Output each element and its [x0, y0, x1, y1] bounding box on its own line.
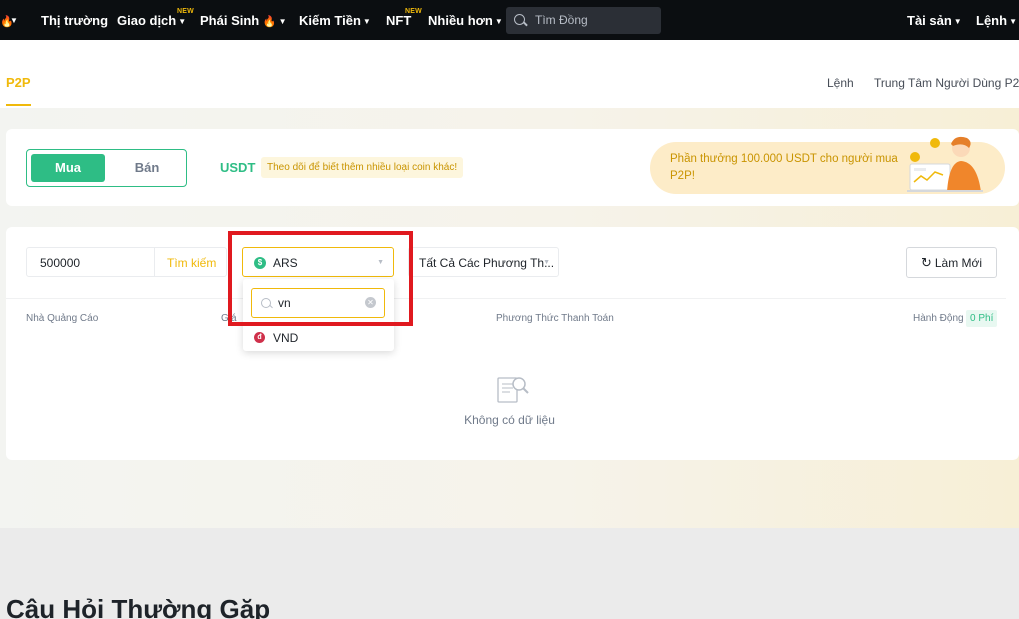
- nav-earn-label: Kiếm Tiền: [299, 13, 361, 28]
- nav-more-label: Nhiều hơn: [428, 13, 493, 28]
- coin-search-input[interactable]: Tìm Đồng: [506, 7, 661, 34]
- fiat-option-label: VND: [273, 331, 299, 345]
- promo-illustration: [907, 136, 983, 192]
- nav-derivatives-label: Phái Sinh: [200, 13, 260, 28]
- amount-search-button[interactable]: Tìm kiếm: [167, 248, 216, 278]
- sell-button[interactable]: Bán: [111, 154, 183, 182]
- refresh-icon: ↻: [920, 255, 932, 270]
- empty-document-icon: [497, 377, 529, 403]
- fire-icon: 🔥: [262, 16, 277, 28]
- refresh-label: Làm Mới: [934, 256, 983, 270]
- chevron-down-icon: ▼: [953, 17, 962, 26]
- nav-derivatives[interactable]: Phái Sinh 🔥 ▼: [200, 0, 286, 40]
- amount-input[interactable]: 500000 Tìm kiếm: [26, 247, 227, 277]
- search-icon: [514, 14, 525, 25]
- vnd-currency-icon: đ: [254, 332, 265, 343]
- chevron-down-icon: ▼: [278, 17, 287, 26]
- chevron-down-icon: ▼: [362, 17, 371, 26]
- col-advertiser: Nhà Quảng Cáo: [26, 313, 99, 324]
- nav-trade-label: Giao dịch: [117, 13, 177, 28]
- nav-trade[interactable]: Giao dịch ▼: [117, 0, 186, 40]
- amount-value: 500000: [40, 256, 81, 270]
- new-badge: NEW: [405, 8, 422, 15]
- active-tab-indicator: [6, 104, 31, 106]
- faq-title: Câu Hỏi Thường Gặp: [6, 594, 271, 619]
- zero-fee-badge: 0 Phí: [966, 310, 998, 327]
- chevron-down-icon: ▼: [494, 17, 503, 26]
- divider: [6, 298, 1006, 299]
- chevron-down-icon: ▼: [1009, 17, 1017, 26]
- promo-text: Phần thưởng 100.000 USDT cho người mua P…: [670, 153, 898, 182]
- trade-type-toggle: Mua Bán: [26, 149, 187, 187]
- nav-assets[interactable]: Tài sản ▼: [907, 0, 962, 40]
- payment-selected-value: Tất Cả Các Phương Th...: [419, 256, 555, 270]
- nav-markets[interactable]: Thị trường: [41, 0, 108, 40]
- col-action: Hành Động: [913, 313, 964, 324]
- highlight-annotation-box: [228, 231, 413, 326]
- p2p-header: P2P Lệnh Trung Tâm Người Dùng P2P: [0, 40, 1019, 108]
- nav-earn[interactable]: Kiếm Tiền ▼: [299, 0, 371, 40]
- fiat-option-vnd[interactable]: đ VND: [243, 328, 394, 348]
- chevron-down-icon[interactable]: ▼: [10, 0, 18, 40]
- nav-assets-label: Tài sản: [907, 13, 952, 28]
- payment-method-select[interactable]: Tất Cả Các Phương Th... ▼: [408, 247, 559, 277]
- refresh-button[interactable]: ↻ Làm Mới: [906, 247, 997, 278]
- new-badge: NEW: [177, 8, 194, 15]
- asset-usdt[interactable]: USDT: [220, 160, 255, 175]
- divider: [154, 248, 155, 276]
- chevron-down-icon: ▼: [178, 17, 187, 26]
- col-payment: Phương Thức Thanh Toán: [496, 313, 614, 324]
- nav-nft[interactable]: NFT: [386, 0, 411, 40]
- nav-orders-label: Lệnh: [976, 13, 1008, 28]
- empty-state-text: Không có dữ liệu: [464, 413, 555, 427]
- buy-button[interactable]: Mua: [31, 154, 105, 182]
- nav-orders[interactable]: Lệnh ▼: [976, 0, 1017, 40]
- chevron-down-icon: ▼: [543, 259, 550, 266]
- coin-search-placeholder: Tìm Đồng: [535, 13, 588, 27]
- top-navigation-bar: 🔥 ▼ Thị trường Giao dịch ▼ NEW Phái Sinh …: [0, 0, 1019, 40]
- tab-p2p[interactable]: P2P: [6, 75, 31, 90]
- asset-hint: Theo dõi để biết thêm nhiều loại coin kh…: [261, 157, 464, 178]
- orders-link[interactable]: Lệnh: [827, 76, 854, 90]
- nav-more[interactable]: Nhiều hơn ▼: [428, 0, 503, 40]
- p2p-user-center-link[interactable]: Trung Tâm Người Dùng P2P: [874, 76, 1019, 90]
